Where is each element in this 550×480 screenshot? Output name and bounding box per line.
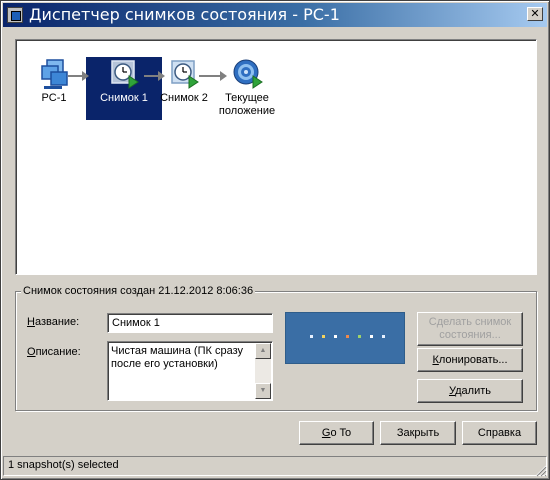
preview-icon-dot xyxy=(370,335,373,338)
title-bar[interactable]: Диспетчер снимков состояния - PC-1 ✕ xyxy=(3,3,547,27)
description-label: Описание: xyxy=(27,346,81,358)
description-text: Чистая машина (ПК сразу после его устано… xyxy=(111,345,243,370)
name-label-text: азвание: xyxy=(34,316,80,328)
arrow-icon xyxy=(68,71,89,81)
name-label-accel: Н xyxy=(27,316,35,328)
take-snapshot-line2: состояния... xyxy=(439,329,501,341)
go-to-label: o To xyxy=(330,426,352,439)
description-scrollbar[interactable]: ▲ ▼ xyxy=(255,343,271,399)
description-field[interactable]: Чистая машина (ПК сразу после его устано… xyxy=(107,341,273,401)
preview-icon-dot xyxy=(334,335,337,338)
snapshot-clock-icon xyxy=(171,60,199,89)
scroll-down-icon[interactable]: ▼ xyxy=(255,383,271,399)
status-bar: 1 snapshot(s) selected xyxy=(3,456,547,476)
tree-node-label: Снимок 1 xyxy=(100,92,148,104)
tree-node-label-line2: положение xyxy=(218,105,276,117)
snapshot-created-legend: Снимок состояния создан 21.12.2012 8:06:… xyxy=(21,285,256,297)
description-label-accel: О xyxy=(27,346,36,358)
preview-icon-dot xyxy=(322,335,325,338)
vm-icon xyxy=(41,59,68,89)
take-snapshot-button[interactable]: Сделать снимок состояния... xyxy=(417,312,523,346)
close-window-button[interactable]: ✕ xyxy=(527,7,543,21)
snapshot-clock-icon xyxy=(111,60,139,89)
name-field[interactable] xyxy=(107,313,273,333)
clone-button[interactable]: Клонировать... xyxy=(417,348,523,372)
status-text: 1 snapshot(s) selected xyxy=(8,459,119,471)
clone-label: лонировать... xyxy=(438,353,508,366)
go-to-button[interactable]: Go To xyxy=(299,421,374,445)
scroll-up-icon[interactable]: ▲ xyxy=(255,343,271,359)
preview-icon-dot xyxy=(382,335,385,338)
delete-button[interactable]: Удалить xyxy=(417,379,523,403)
close-button[interactable]: Закрыть xyxy=(380,421,456,445)
help-button[interactable]: Справка xyxy=(462,421,537,445)
window-title: Диспетчер снимков состояния - PC-1 xyxy=(29,5,340,24)
tree-node-label: Снимок 2 xyxy=(160,92,208,104)
name-label: Название: xyxy=(27,316,79,328)
tree-node-label-line1: Текущее xyxy=(225,92,269,104)
description-label-text: писание: xyxy=(35,346,81,358)
snapshot-tree-panel[interactable]: PC-1 Снимок 1 Снимок 2 Текущее положение xyxy=(15,39,537,275)
app-icon xyxy=(7,7,23,23)
preview-icon-dot xyxy=(346,335,349,338)
take-snapshot-line1: Сделать снимок xyxy=(428,316,512,328)
snapshot-manager-window: Диспетчер снимков состояния - PC-1 ✕ PC-… xyxy=(0,0,550,480)
tree-node-current-position[interactable]: Текущее положение xyxy=(214,58,280,118)
tree-node-label: PC-1 xyxy=(41,92,67,104)
delete-label: далить xyxy=(455,384,491,397)
snapshot-preview-thumbnail xyxy=(285,312,405,364)
resize-grip-icon[interactable] xyxy=(535,465,547,477)
preview-icon-dot xyxy=(358,335,361,338)
current-position-target-icon xyxy=(233,59,263,89)
preview-icon-dot xyxy=(310,335,313,338)
